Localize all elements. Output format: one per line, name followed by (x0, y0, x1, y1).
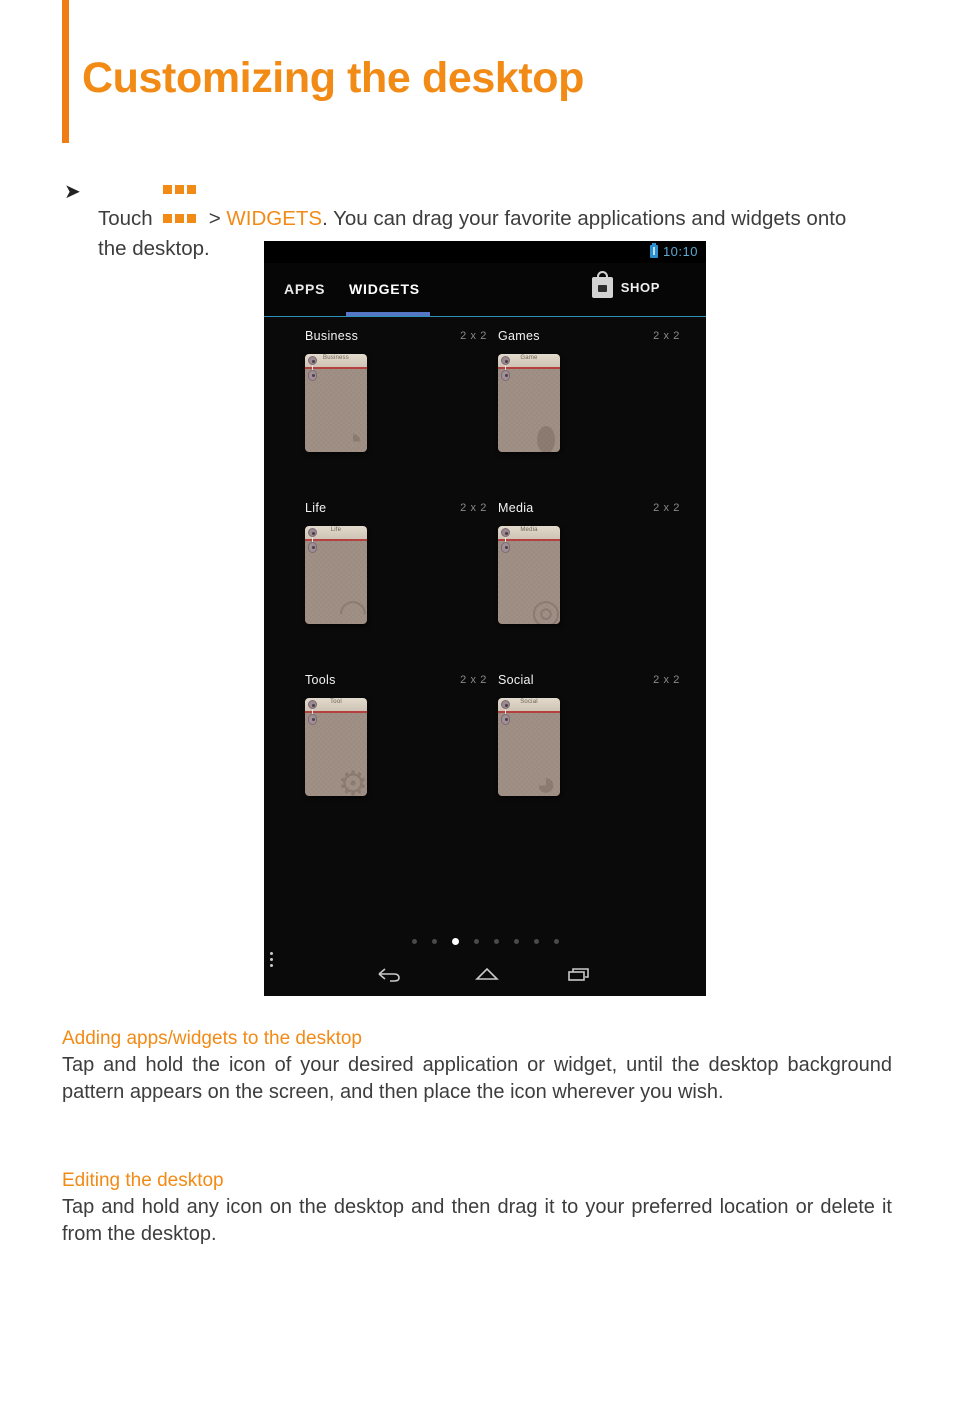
tile-watermark-icon: ◎ (531, 593, 560, 624)
widget-header: Business 2 x 2 (305, 329, 499, 351)
battery-icon (649, 243, 658, 258)
tile-badge-secondary-icon (308, 714, 317, 725)
overflow-menu-icon[interactable] (264, 952, 278, 967)
tile-watermark-icon: ◕ (535, 765, 557, 796)
widget-row: Life 2 x 2 ◠ Life Media 2 x 2 ◎ Media (264, 501, 706, 673)
status-clock: 10:10 (662, 244, 698, 259)
widget-preview-tile[interactable]: ⚙ Tool (305, 698, 367, 796)
tile-watermark-icon: ◔ (342, 421, 364, 452)
page-dot[interactable] (473, 939, 479, 944)
shop-label: SHOP (620, 280, 660, 295)
widget-header: Games 2 x 2 (498, 329, 692, 351)
tile-badge-secondary-icon (308, 370, 317, 381)
tile-badge-secondary-icon (308, 542, 317, 553)
widget-row: Business 2 x 2 ◔ Business Games 2 x 2 ⬮ … (264, 329, 706, 501)
widget-item-games[interactable]: Games 2 x 2 ⬮ Game (498, 329, 692, 452)
widget-item-social[interactable]: Social 2 x 2 ◕ Social (498, 673, 692, 796)
widget-preview-tile[interactable]: ◎ Media (498, 526, 560, 624)
page-dot[interactable] (411, 939, 417, 944)
page-dot[interactable] (431, 939, 437, 944)
status-bar-right: 10:10 (649, 243, 698, 259)
widget-row: Tools 2 x 2 ⚙ Tool Social 2 x 2 ◕ Social (264, 673, 706, 845)
apps-grid-icon[interactable] (162, 176, 197, 234)
tile-badge-secondary-icon (501, 714, 510, 725)
instruction-separator: > (208, 207, 221, 230)
widget-preview-tile[interactable]: ◔ Business (305, 354, 367, 452)
page-dot[interactable] (513, 939, 519, 944)
page-dot[interactable] (533, 939, 539, 944)
instruction-target-widgets: WIDGETS (226, 207, 323, 230)
tile-badge-icon (501, 528, 510, 537)
back-arrow-icon[interactable] (374, 962, 404, 986)
widget-item-business[interactable]: Business 2 x 2 ◔ Business (305, 329, 499, 452)
widget-preview-tile[interactable]: ◕ Social (498, 698, 560, 796)
widget-name: Tools (305, 673, 336, 687)
shopping-bag-icon (591, 271, 613, 298)
tile-badge-secondary-icon (501, 542, 510, 553)
widget-header: Life 2 x 2 (305, 501, 499, 523)
recents-icon[interactable] (564, 962, 594, 986)
widget-item-tools[interactable]: Tools 2 x 2 ⚙ Tool (305, 673, 499, 796)
section-heading: Editing the desktop (62, 1170, 224, 1191)
widget-name: Business (305, 329, 359, 343)
section-body: Tap and hold the icon of your desired ap… (62, 1054, 892, 1103)
page-dot[interactable] (553, 939, 559, 944)
tab-apps[interactable]: APPS (284, 281, 325, 297)
app-drawer-tabbar: APPS WIDGETS SHOP (264, 263, 706, 317)
bullet-arrow-icon: ➤ (64, 181, 81, 203)
widget-header: Social 2 x 2 (498, 673, 692, 695)
instruction-lead: Touch (98, 207, 153, 230)
tile-badge-icon (308, 528, 317, 537)
section-editing-desktop: Editing the desktop Tap and hold any ico… (62, 1170, 892, 1248)
tile-badge-secondary-icon (501, 370, 510, 381)
tile-badge-icon (501, 356, 510, 365)
widget-size: 2 x 2 (460, 674, 487, 686)
tile-badge-icon (308, 356, 317, 365)
section-body: Tap and hold any icon on the desktop and… (62, 1196, 892, 1245)
widget-name: Media (498, 501, 534, 515)
section-heading: Adding apps/widgets to the desktop (62, 1028, 362, 1049)
widget-size: 2 x 2 (460, 502, 487, 514)
widget-preview-tile[interactable]: ◠ Life (305, 526, 367, 624)
widget-name: Games (498, 329, 540, 343)
system-navbar (264, 952, 706, 996)
widget-header: Tools 2 x 2 (305, 673, 499, 695)
widget-size: 2 x 2 (653, 674, 680, 686)
widget-header: Media 2 x 2 (498, 501, 692, 523)
widget-grid: Business 2 x 2 ◔ Business Games 2 x 2 ⬮ … (264, 317, 706, 946)
tile-watermark-icon: ⚙ (337, 765, 367, 796)
widget-preview-tile[interactable]: ⬮ Game (498, 354, 560, 452)
section-adding-apps: Adding apps/widgets to the desktop Tap a… (62, 1028, 892, 1106)
title-accent-bar (62, 0, 69, 143)
page-dot[interactable] (493, 939, 499, 944)
shop-button[interactable]: SHOP (591, 271, 660, 298)
widget-name: Life (305, 501, 327, 515)
widget-size: 2 x 2 (653, 502, 680, 514)
tile-badge-icon (308, 700, 317, 709)
tile-watermark-icon: ⬮ (535, 421, 557, 452)
home-icon[interactable] (472, 962, 502, 986)
page-title: Customizing the desktop (82, 54, 585, 102)
widget-item-life[interactable]: Life 2 x 2 ◠ Life (305, 501, 499, 624)
widget-name: Social (498, 673, 534, 687)
status-bar: 10:10 (264, 241, 706, 263)
tile-badge-icon (501, 700, 510, 709)
widget-size: 2 x 2 (460, 330, 487, 342)
tab-widgets[interactable]: WIDGETS (349, 281, 420, 297)
tablet-screenshot: 10:10 APPS WIDGETS SHOP Business 2 x 2 ◔ (264, 241, 706, 996)
page-indicator-dots (264, 938, 706, 945)
page-dot[interactable] (451, 938, 459, 945)
widget-size: 2 x 2 (653, 330, 680, 342)
widget-item-media[interactable]: Media 2 x 2 ◎ Media (498, 501, 692, 624)
tile-watermark-icon: ◠ (338, 593, 367, 624)
